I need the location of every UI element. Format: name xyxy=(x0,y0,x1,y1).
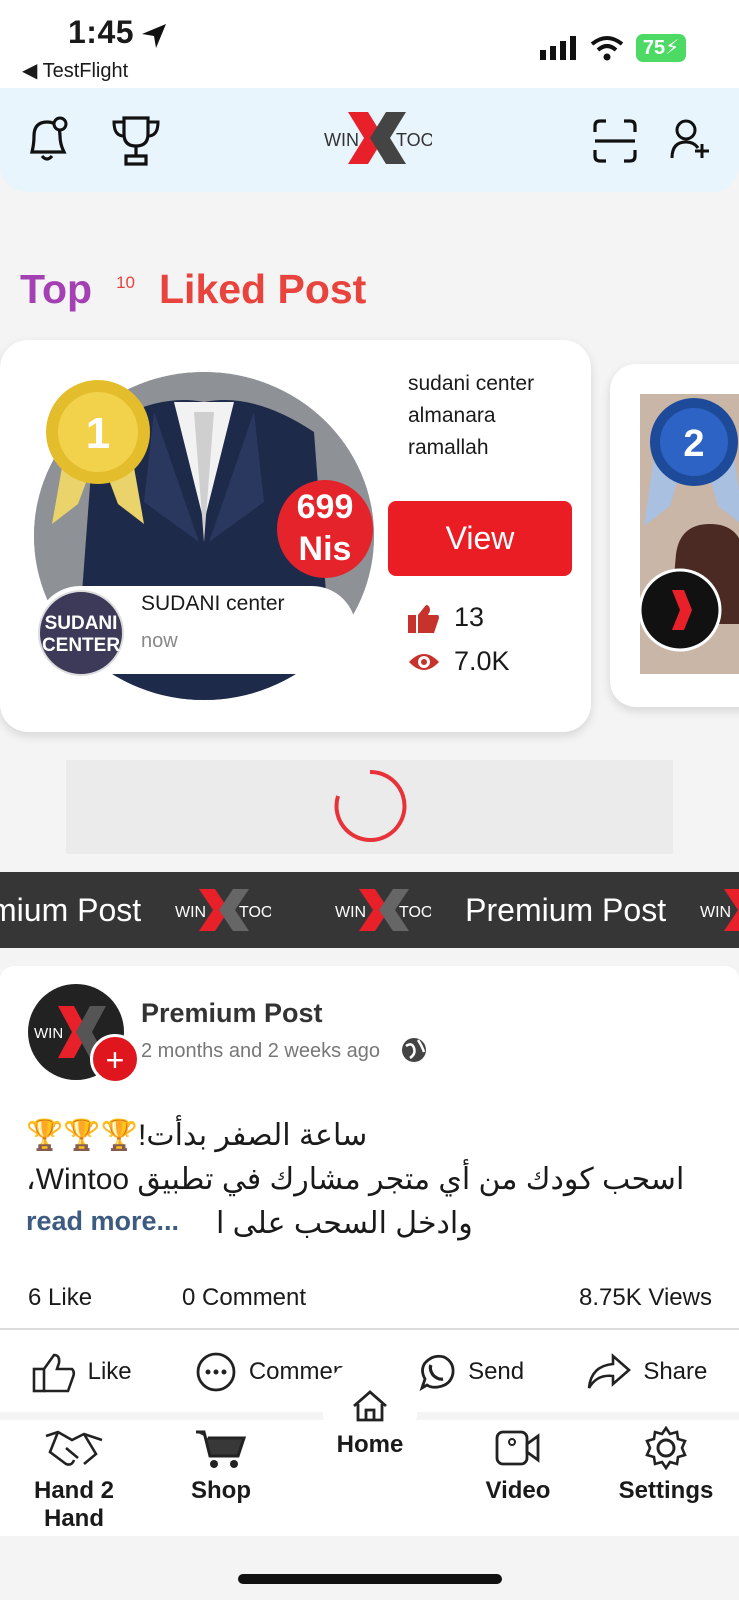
nav-settings[interactable]: Settings xyxy=(614,1425,718,1505)
author-name[interactable]: SUDANI center xyxy=(141,592,285,616)
nav-shop[interactable]: Shop xyxy=(186,1426,256,1505)
signal-icon xyxy=(540,36,576,60)
shop-name: sudani center almanara ramallah xyxy=(408,372,535,459)
home-icon xyxy=(353,1390,387,1422)
top-post-card-1[interactable]: 1 699 Nis SUDANI CENTER SUDANI center no… xyxy=(0,340,591,732)
loading-spinner-icon xyxy=(334,769,407,842)
gear-icon xyxy=(645,1425,687,1471)
rank-1-ribbon-icon: 1 xyxy=(46,380,150,524)
nav-settings-label: Settings xyxy=(618,1477,714,1504)
post-line-2: اسحب كودك من أي متجر مشارك في تطبيق Wint… xyxy=(26,1163,685,1196)
like-icon xyxy=(32,1353,75,1393)
cart-icon xyxy=(196,1430,247,1468)
ticker-label: Premium Post xyxy=(465,891,667,928)
comment-count[interactable]: 0 Comment xyxy=(182,1284,579,1312)
nav-hand-2-hand-label: Hand 2 Hand xyxy=(33,1477,114,1532)
post-views: 7.0K xyxy=(408,646,510,677)
likes-count: 13 xyxy=(454,602,485,632)
post-line-1: ساعة الصفر بدأت!🏆🏆🏆 xyxy=(26,1119,368,1152)
post-time: 2 months and 2 weeks ago xyxy=(141,1040,381,1062)
rank-2-number: 2 xyxy=(683,423,704,465)
top-post-card-2[interactable]: 2 xyxy=(610,364,739,707)
post-photo-2: 2 xyxy=(640,394,739,674)
author-avatar-line2: CENTER xyxy=(41,635,121,656)
like-button[interactable]: Like xyxy=(32,1351,132,1393)
follow-plus-button[interactable]: + xyxy=(90,1034,140,1084)
ticker-logo-1-left: WIN xyxy=(175,904,206,921)
logo-text-right: TOO xyxy=(396,130,432,150)
wifi-icon xyxy=(590,36,624,61)
ticker-logo-2-right: TOO xyxy=(399,904,431,921)
nav-hand-2-hand[interactable]: Hand 2 Hand xyxy=(4,1426,144,1533)
share-icon xyxy=(588,1353,632,1389)
price-unit: Nis xyxy=(298,530,352,568)
ticker-logo-2: WIN TOO xyxy=(335,889,431,931)
app-header: WIN TOO xyxy=(0,88,739,192)
nav-home-label: Home xyxy=(336,1431,404,1458)
video-icon xyxy=(495,1430,540,1466)
section-title-top: Top xyxy=(20,266,93,312)
like-count[interactable]: 6 Like xyxy=(28,1284,182,1312)
post-likes: 13 xyxy=(408,602,484,633)
stats-divider xyxy=(0,1328,739,1330)
read-more-link[interactable]: read more... xyxy=(26,1206,179,1237)
comment-icon xyxy=(196,1352,236,1392)
location-arrow-icon xyxy=(142,24,166,48)
logo-text-left: WIN xyxy=(324,130,359,150)
ticker-logo-3: WIN xyxy=(700,889,739,931)
thumbs-up-icon xyxy=(408,604,439,633)
nav-home[interactable]: Home xyxy=(326,1388,414,1459)
notification-bell-icon[interactable] xyxy=(22,114,72,166)
post-stats: 6 Like 0 Comment 8.75K Views xyxy=(28,1284,712,1312)
share-label: Share xyxy=(643,1358,708,1385)
ticker-logo-1-right: TOO xyxy=(239,904,271,921)
scan-icon[interactable] xyxy=(592,118,638,164)
rank-1-number: 1 xyxy=(86,409,110,458)
ticker-logo-3-left: WIN xyxy=(700,904,731,921)
avatar-logo-text: WIN xyxy=(34,1025,63,1042)
battery-level: 75 xyxy=(642,37,666,59)
handshake-icon xyxy=(45,1430,103,1466)
share-button[interactable]: Share xyxy=(587,1352,707,1392)
add-user-icon[interactable] xyxy=(670,118,712,162)
author-time: now xyxy=(141,630,178,652)
ticker-logo-2-left: WIN xyxy=(335,904,366,921)
section-title-count: 10 xyxy=(116,273,136,293)
ticker-label-cut: mium Post xyxy=(0,891,142,928)
whatsapp-icon xyxy=(419,1354,455,1392)
section-title-rest: Liked Post xyxy=(159,266,367,312)
nav-shop-label: Shop xyxy=(191,1477,251,1504)
views-count: 7.0K xyxy=(454,646,510,676)
send-label: Send xyxy=(468,1358,525,1385)
price-value: 699 xyxy=(296,488,354,526)
view-button[interactable]: View xyxy=(388,501,572,576)
ticker-track: mium Post WIN TOO WIN TOO Premium Post WIN xyxy=(0,872,739,948)
view-count: 8.75K Views xyxy=(579,1284,712,1311)
loading-placeholder xyxy=(66,760,673,854)
trophy-icon[interactable] xyxy=(110,112,162,170)
feed-post: WIN + Premium Post 2 months and 2 weeks … xyxy=(0,966,739,1412)
wintoo-logo: WIN TOO xyxy=(324,112,432,164)
globe-icon xyxy=(402,1038,426,1062)
battery-icon: 75⚡ xyxy=(636,34,686,62)
home-indicator xyxy=(238,1574,502,1584)
nav-video[interactable]: Video xyxy=(478,1426,558,1505)
author-avatar[interactable]: SUDANI CENTER xyxy=(38,590,124,676)
back-to-testflight-link[interactable]: ◀ TestFlight xyxy=(22,58,128,83)
like-label: Like xyxy=(87,1358,132,1385)
nav-video-label: Video xyxy=(485,1477,551,1504)
status-time: 1:45 xyxy=(68,14,135,50)
send-button[interactable]: Send xyxy=(416,1352,524,1392)
ticker-logo-1: WIN TOO xyxy=(175,889,271,931)
eye-icon xyxy=(409,653,439,670)
post-title[interactable]: Premium Post xyxy=(141,998,323,1029)
price-badge: 699 Nis xyxy=(277,480,373,578)
section-title: Top 10 Liked Post xyxy=(20,266,366,313)
premium-ticker[interactable]: mium Post WIN TOO WIN TOO Premium Post WIN xyxy=(0,872,739,948)
author-avatar-line1: SUDANI xyxy=(44,613,118,634)
